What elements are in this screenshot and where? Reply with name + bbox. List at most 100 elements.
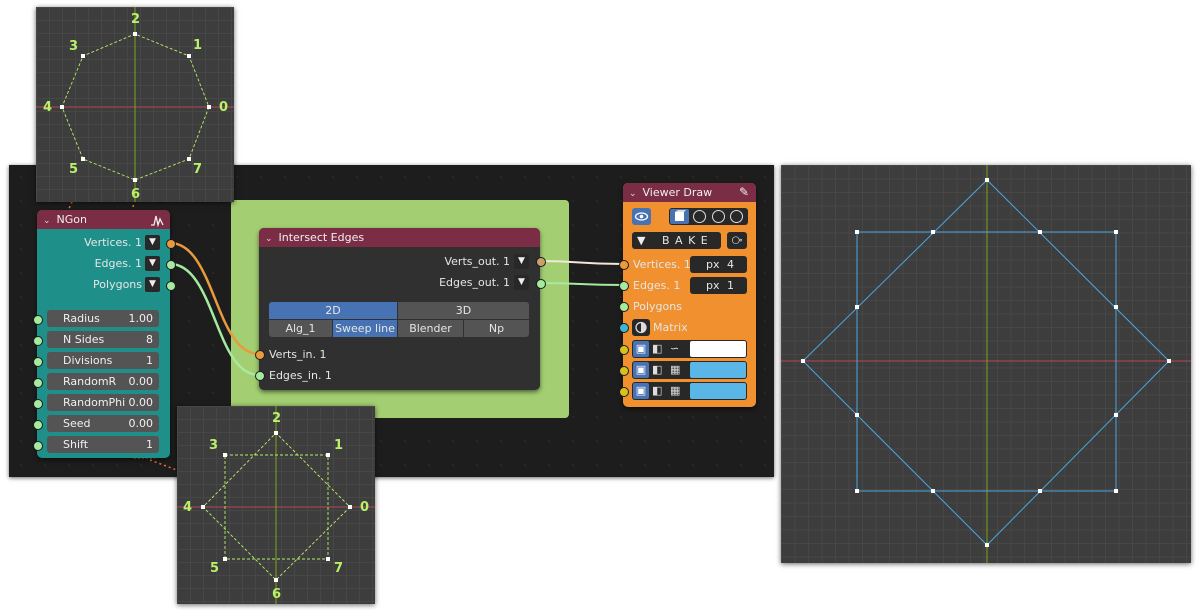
edge-color-swatch[interactable]	[690, 362, 746, 378]
alg-1-button[interactable]: Alg_1	[269, 320, 332, 337]
radius-field[interactable]: Radius 1.00	[47, 310, 159, 327]
pattern-icon[interactable]: ▦	[670, 383, 684, 399]
tab-2d[interactable]: 2D	[269, 302, 397, 319]
dropdown-icon[interactable]: ▼	[145, 256, 160, 271]
dropdown-icon[interactable]: ▼	[514, 254, 529, 269]
link-verts-out	[539, 260, 624, 265]
output-label-vertices: Vertices. 1	[84, 236, 142, 249]
input-label-edges-in: Edges_in. 1	[269, 369, 332, 382]
frame-icon[interactable]: ⧂	[727, 232, 747, 249]
vertex-toggle-icon[interactable]: ▣	[633, 341, 649, 357]
intersect-edges-node[interactable]: ⌄ Intersect Edges Verts_out. 1 ▼ Edges_o…	[259, 228, 540, 390]
vertex-size-field[interactable]: px 4	[690, 256, 747, 273]
socket-edges-out[interactable]	[536, 279, 546, 289]
socket-edges-in[interactable]	[255, 371, 265, 381]
vertex-label: 0	[219, 100, 229, 115]
viewer-draw-node[interactable]: ⌄ Viewer Draw ✎ ▼ B A K E ⧂ Vertices. 1 …	[623, 183, 756, 407]
input-label-edges: Edges. 1	[633, 279, 681, 292]
result-viewport[interactable]	[781, 165, 1191, 563]
socket-edges-out[interactable]	[166, 260, 176, 270]
socket-polygons-out[interactable]	[166, 281, 176, 291]
viewer-node-header[interactable]: ⌄ Viewer Draw ✎	[623, 183, 756, 202]
seed-field[interactable]: Seed 0.00	[47, 415, 159, 432]
socket-vertices-in[interactable]	[619, 260, 629, 270]
eye-icon[interactable]	[632, 208, 651, 225]
vertex-color-swatch[interactable]	[690, 341, 746, 357]
socket-randomr-in[interactable]	[33, 378, 43, 388]
matrix-icon[interactable]	[632, 319, 650, 336]
shading-icon[interactable]: ◧	[652, 383, 666, 399]
socket-verts-out[interactable]	[536, 257, 546, 267]
link-edges	[169, 262, 260, 377]
output-label-verts-out: Verts_out. 1	[444, 255, 510, 268]
sphere-icon[interactable]	[712, 210, 725, 223]
vertex-label: 4	[183, 500, 193, 515]
circle-outline-icon[interactable]	[693, 210, 706, 223]
octagon-shape	[36, 7, 234, 202]
vertex-label: 1	[334, 438, 344, 453]
socket-polygons-in[interactable]	[619, 302, 629, 312]
input-label-polygons: Polygons	[633, 300, 682, 313]
socket-shift-in[interactable]	[33, 441, 43, 451]
inset-viewport-top: 2 3 1 4 0 5 7 6	[36, 7, 234, 202]
dropdown-icon[interactable]: ▼	[145, 235, 160, 250]
collapse-chevron-icon[interactable]: ⌄	[265, 230, 275, 249]
vertex-label: 7	[334, 561, 344, 576]
socket-polygon-color-in[interactable]	[619, 387, 629, 397]
socket-matrix-in[interactable]	[619, 323, 629, 333]
tab-3d[interactable]: 3D	[398, 302, 529, 319]
socket-vertices-out[interactable]	[166, 239, 176, 249]
polygon-color-row[interactable]: ▣ ◧ ▦	[632, 382, 747, 400]
shading-icon[interactable]: ◧	[652, 341, 666, 357]
collapse-chevron-icon[interactable]: ⌄	[43, 212, 53, 231]
dropdown-icon[interactable]: ▼	[514, 275, 529, 290]
display-mode-group[interactable]	[669, 208, 748, 225]
blender-button[interactable]: Blender	[398, 320, 463, 337]
socket-seed-in[interactable]	[33, 420, 43, 430]
input-label-verts-in: Verts_in. 1	[269, 348, 327, 361]
viewer-node-title: Viewer Draw	[642, 186, 713, 199]
vertex-label: 7	[193, 162, 203, 177]
ngon-node-title: NGon	[56, 213, 87, 226]
sweep-line-button[interactable]: Sweep line	[333, 320, 397, 337]
socket-edge-color-in[interactable]	[619, 366, 629, 376]
polygon-toggle-icon[interactable]: ▣	[633, 383, 649, 399]
socket-nsides-in[interactable]	[33, 336, 43, 346]
randomphi-field[interactable]: RandomPhi 0.00	[47, 394, 159, 411]
vertex-label: 0	[360, 500, 370, 515]
edge-width-field[interactable]: px 1	[690, 277, 747, 294]
ngon-node[interactable]: ⌄ NGon Vertices. 1 ▼ Edges. 1 ▼ Polygons…	[37, 210, 170, 458]
collapse-chevron-icon[interactable]: ⌄	[629, 185, 639, 204]
ngon-node-header[interactable]: ⌄ NGon	[37, 210, 170, 229]
shift-field[interactable]: Shift 1	[47, 436, 159, 453]
pencil-icon[interactable]: ✎	[739, 183, 749, 202]
dashed-line-icon[interactable]: ▦	[670, 362, 684, 378]
shading-icon[interactable]: ◧	[652, 362, 666, 378]
edge-toggle-icon[interactable]: ▣	[633, 362, 649, 378]
socket-edges-in[interactable]	[619, 281, 629, 291]
socket-radius-in[interactable]	[33, 315, 43, 325]
divisions-field[interactable]: Divisions 1	[47, 352, 159, 369]
vertex-label: 3	[209, 438, 219, 453]
edge-color-row[interactable]: ▣ ◧ ▦	[632, 361, 747, 379]
input-label-matrix: Matrix	[653, 321, 688, 334]
socket-divisions-in[interactable]	[33, 357, 43, 367]
cube-icon[interactable]	[670, 209, 689, 224]
output-label-edges: Edges. 1	[94, 257, 142, 270]
polygon-color-swatch[interactable]	[690, 383, 746, 399]
nsides-field[interactable]: N Sides 8	[47, 331, 159, 348]
bake-button[interactable]: ▼ B A K E	[632, 232, 721, 249]
socket-verts-in[interactable]	[255, 350, 265, 360]
vertex-label: 5	[69, 162, 79, 177]
randomr-field[interactable]: RandomR 0.00	[47, 373, 159, 390]
curve-icon[interactable]: ∽	[670, 341, 684, 357]
dropdown-icon[interactable]: ▼	[145, 277, 160, 292]
vertex-label: 6	[272, 587, 282, 602]
intersect-node-header[interactable]: ⌄ Intersect Edges	[259, 228, 540, 247]
socket-vertex-color-in[interactable]	[619, 345, 629, 355]
shaded-sphere-icon[interactable]	[730, 210, 743, 223]
vertex-color-row[interactable]: ▣ ◧ ∽	[632, 340, 747, 358]
socket-randomphi-in[interactable]	[33, 399, 43, 409]
np-button[interactable]: Np	[464, 320, 529, 337]
bake-label: B A K E	[662, 234, 709, 247]
